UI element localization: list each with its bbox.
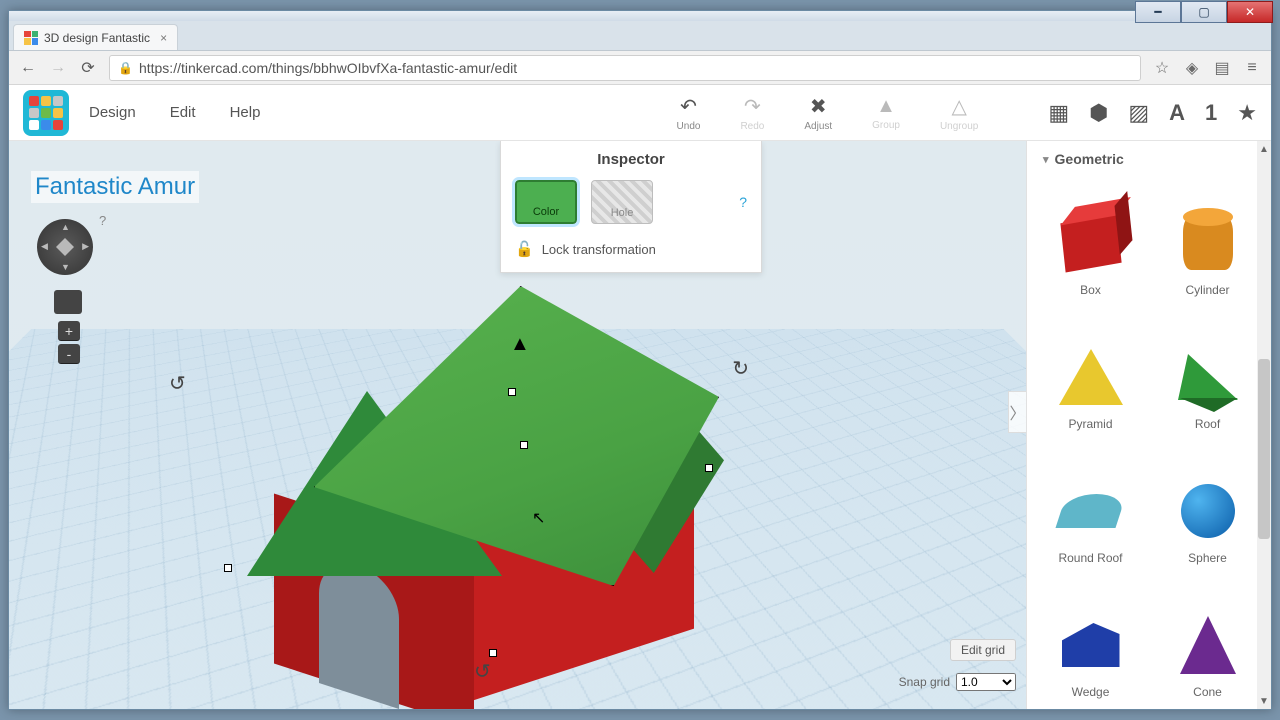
- page-icon[interactable]: ▤: [1213, 59, 1231, 77]
- rotate-handle-icon[interactable]: ↻: [732, 356, 749, 381]
- canvas[interactable]: Fantastic Amur ? ▲ ▼ ◀ ▶ + -: [9, 141, 1026, 709]
- tab-strip: 3D design Fantastic ×: [9, 21, 1271, 51]
- ungroup-icon: △: [951, 94, 966, 119]
- scroll-up-icon[interactable]: ▲: [1257, 141, 1271, 157]
- edit-grid-button[interactable]: Edit grid: [950, 639, 1016, 661]
- zoom-in-button[interactable]: +: [58, 321, 80, 341]
- tab-title: 3D design Fantastic: [44, 31, 150, 45]
- bookmark-star-icon[interactable]: ☆: [1153, 59, 1171, 77]
- shape-round-roof[interactable]: Round Roof: [1033, 445, 1148, 565]
- scrollbar-thumb[interactable]: [1258, 359, 1270, 539]
- adjust-icon: ✖: [810, 94, 827, 119]
- inspector-title: Inspector: [515, 151, 747, 168]
- axis-arrow-icon[interactable]: ▲: [510, 333, 530, 356]
- selection-handle[interactable]: [520, 441, 528, 449]
- selection-handle[interactable]: [489, 649, 497, 657]
- group-icon: ▲: [876, 95, 896, 118]
- star-icon[interactable]: ★: [1237, 100, 1257, 126]
- zoom-out-button[interactable]: -: [58, 344, 80, 364]
- panel-expand-button[interactable]: 〉: [1008, 391, 1026, 433]
- view-cube-icon[interactable]: ⬢: [1089, 100, 1108, 126]
- selection-handle[interactable]: [224, 564, 232, 572]
- selection-handle[interactable]: [705, 464, 713, 472]
- orbit-control[interactable]: ▲ ▼ ◀ ▶: [37, 219, 93, 275]
- redo-button[interactable]: ↷Redo: [740, 94, 764, 132]
- shape-pyramid[interactable]: Pyramid: [1033, 311, 1148, 431]
- titlebar: [9, 11, 1271, 21]
- shape-box[interactable]: Box: [1033, 177, 1148, 297]
- workplane-icon[interactable]: ▦: [1048, 100, 1069, 126]
- snap-grid-label: Snap grid: [899, 675, 950, 689]
- window-minimize[interactable]: ━: [1135, 1, 1181, 23]
- number-icon[interactable]: 1: [1205, 100, 1217, 126]
- shape-cylinder[interactable]: Cylinder: [1150, 177, 1265, 297]
- window-maximize[interactable]: ▢: [1181, 1, 1227, 23]
- text-icon[interactable]: A: [1169, 100, 1185, 126]
- shape-wedge[interactable]: Wedge: [1033, 579, 1148, 699]
- menu-edit[interactable]: Edit: [170, 104, 196, 121]
- scroll-down-icon[interactable]: ▼: [1257, 693, 1271, 709]
- shapes-sidebar: Geometric Box Cylinder Pyramid Roof Roun…: [1026, 141, 1271, 709]
- menu-icon[interactable]: ≡: [1243, 59, 1261, 77]
- ungroup-button[interactable]: △Ungroup: [940, 94, 978, 132]
- url-bar: ← → ⟳ 🔒 https://tinkercad.com/things/bbh…: [9, 51, 1271, 85]
- shape-sphere[interactable]: Sphere: [1150, 445, 1265, 565]
- help-icon[interactable]: ?: [99, 213, 106, 228]
- scrollbar-track[interactable]: ▲ ▼: [1257, 141, 1271, 709]
- rotate-handle-icon[interactable]: ↻: [169, 371, 186, 396]
- hole-swatch[interactable]: Hole: [591, 180, 653, 224]
- extension-icon[interactable]: ◈: [1183, 59, 1201, 77]
- back-icon[interactable]: ←: [19, 59, 37, 77]
- selection-handle[interactable]: [508, 388, 516, 396]
- shape-cone[interactable]: Cone: [1150, 579, 1265, 699]
- undo-icon: ↶: [680, 94, 697, 119]
- home-view-button[interactable]: [54, 290, 82, 314]
- forward-icon[interactable]: →: [49, 59, 67, 77]
- snap-grid-select[interactable]: 1.0: [956, 673, 1016, 691]
- menu-design[interactable]: Design: [89, 104, 136, 121]
- project-name[interactable]: Fantastic Amur: [31, 171, 199, 203]
- tinkercad-favicon: [24, 31, 38, 45]
- lock-label[interactable]: Lock transformation: [542, 242, 656, 257]
- menu-help[interactable]: Help: [230, 104, 261, 121]
- workspace: Fantastic Amur ? ▲ ▼ ◀ ▶ + -: [9, 141, 1271, 709]
- close-icon[interactable]: ×: [160, 31, 167, 45]
- snap-grid-control: Snap grid 1.0: [899, 673, 1016, 691]
- reload-icon[interactable]: ⟳: [79, 59, 97, 77]
- pattern-icon[interactable]: ▨: [1128, 100, 1149, 126]
- url-text: https://tinkercad.com/things/bbhwOIbvfXa…: [139, 60, 517, 76]
- shape-roof[interactable]: Roof: [1150, 311, 1265, 431]
- group-button[interactable]: ▲Group: [872, 95, 900, 131]
- window-close[interactable]: ✕: [1227, 1, 1273, 23]
- url-field[interactable]: 🔒 https://tinkercad.com/things/bbhwOIbvf…: [109, 55, 1141, 81]
- tinkercad-logo[interactable]: [23, 90, 69, 136]
- browser-window: ━ ▢ ✕ 3D design Fantastic × ← → ⟳ 🔒 http…: [8, 10, 1272, 710]
- shapes-category-header[interactable]: Geometric: [1027, 141, 1271, 177]
- inspector-help-icon[interactable]: ?: [739, 194, 747, 210]
- browser-tab[interactable]: 3D design Fantastic ×: [13, 24, 178, 50]
- rotate-handle-icon[interactable]: ↺: [474, 659, 491, 684]
- adjust-button[interactable]: ✖Adjust: [804, 94, 832, 132]
- model-house[interactable]: ▲ ↖ ↻ ↺ ↻: [199, 261, 719, 681]
- redo-icon: ↷: [744, 94, 761, 119]
- lock-open-icon[interactable]: 🔓: [515, 240, 534, 258]
- inspector-panel: Inspector Color Hole ? 🔓 Lock transforma…: [500, 141, 762, 273]
- app-header: Design Edit Help ↶Undo ↷Redo ✖Adjust ▲Gr…: [9, 85, 1271, 141]
- zoom-controls: + -: [58, 321, 80, 367]
- lock-icon: 🔒: [118, 61, 133, 75]
- color-swatch[interactable]: Color: [515, 180, 577, 224]
- undo-button[interactable]: ↶Undo: [677, 94, 701, 132]
